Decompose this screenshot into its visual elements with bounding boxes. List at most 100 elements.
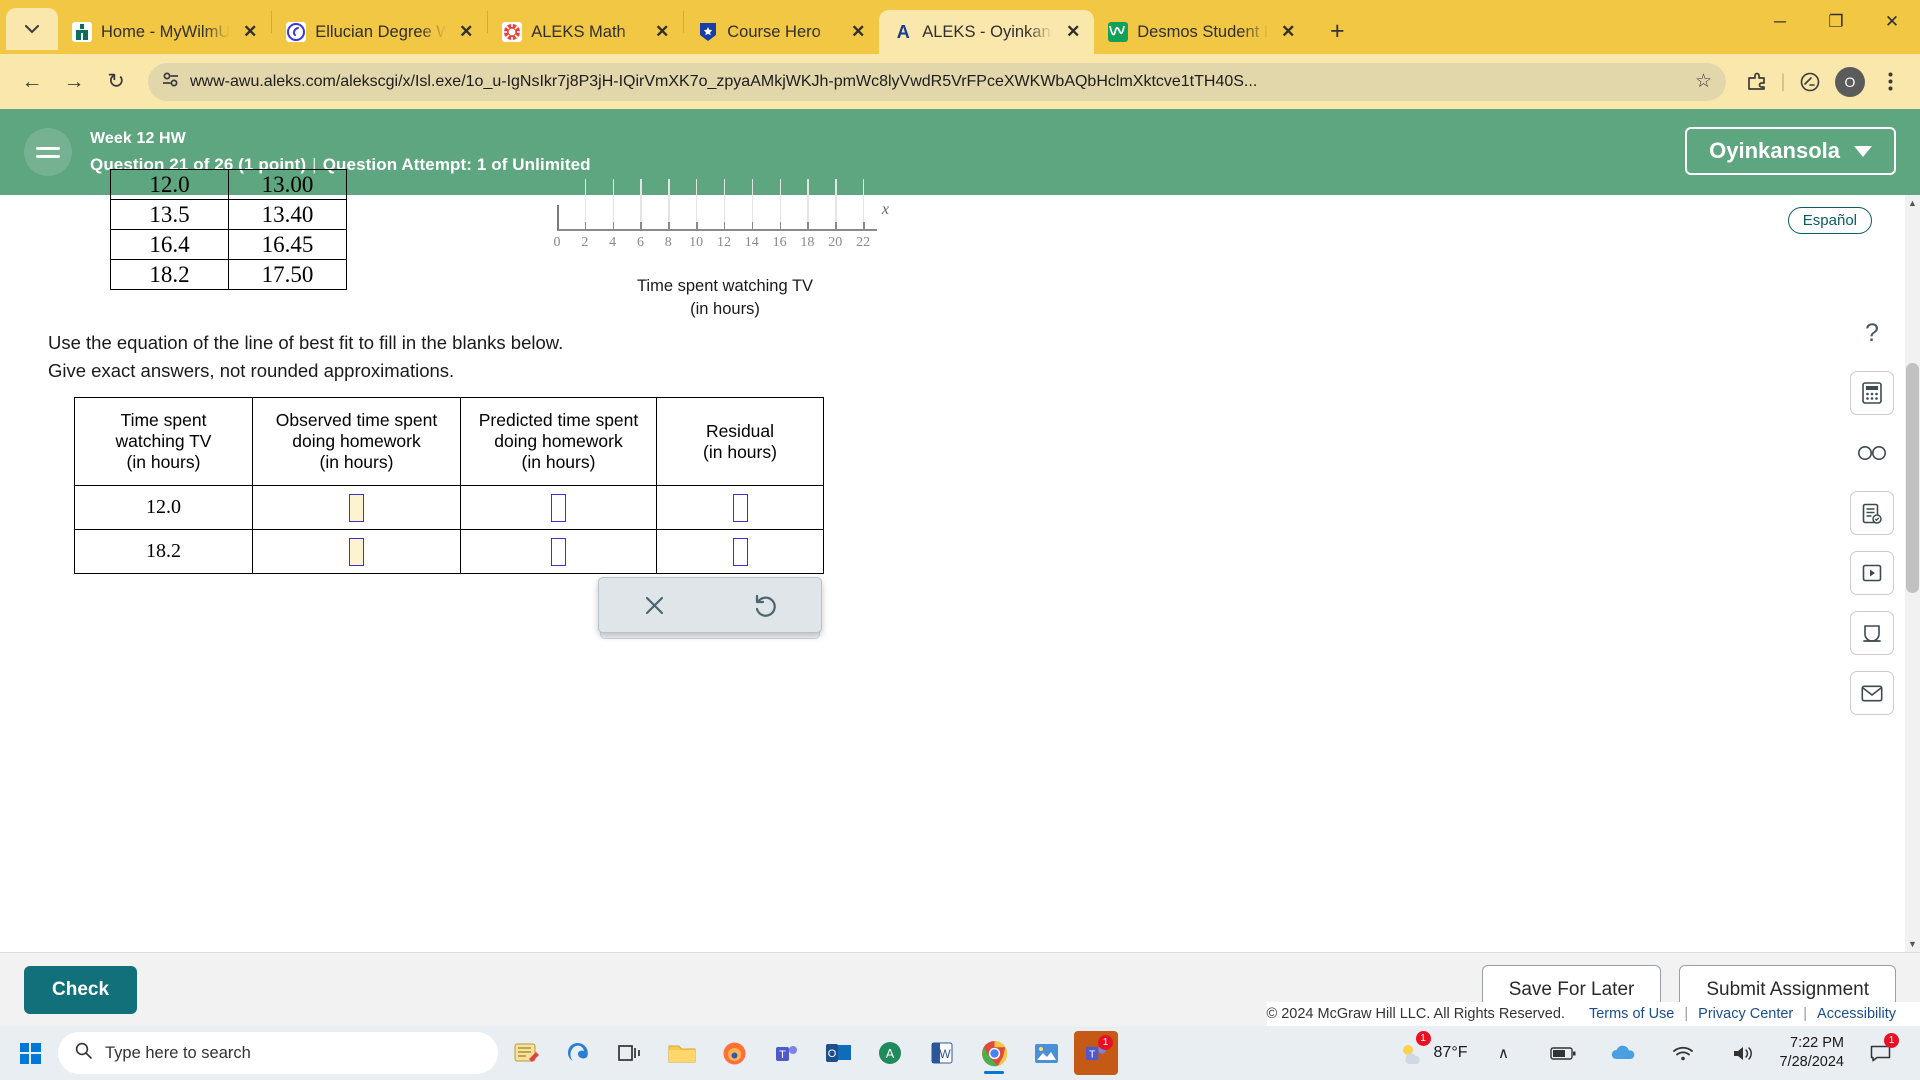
accessibility-link[interactable]: Accessibility	[1817, 1006, 1896, 1022]
back-button[interactable]: ←	[12, 62, 52, 102]
axis-tick	[584, 222, 587, 230]
scrollbar-thumb[interactable]	[1906, 363, 1919, 593]
browser-tab-home-mywilmu[interactable]: Home - MyWilmU ✕	[58, 10, 271, 54]
help-icon[interactable]: ?	[1850, 311, 1894, 355]
sticky-notes-icon[interactable]	[502, 1029, 550, 1077]
action-center-icon[interactable]: 1	[1856, 1029, 1904, 1077]
column-header-tv: Time spent watching TV (in hours)	[74, 397, 253, 486]
question-prompt: Use the equation of the line of best fit…	[48, 329, 563, 385]
start-button[interactable]	[6, 1029, 54, 1077]
predicted-input-row2[interactable]	[551, 537, 566, 566]
undo-button[interactable]	[738, 585, 794, 625]
cell-predicted-row1[interactable]	[460, 485, 657, 530]
show-hidden-icons-button[interactable]: ∧	[1479, 1029, 1527, 1077]
edge-icon[interactable]	[554, 1029, 602, 1077]
cell-observed-row2[interactable]	[252, 529, 461, 574]
search-icon	[75, 1042, 92, 1064]
browser-tab-aleks-math[interactable]: ALEKS Math ✕	[488, 10, 683, 54]
menu-icon[interactable]	[24, 128, 72, 176]
prompt-line-1: Use the equation of the line of best fit…	[48, 332, 564, 353]
maximize-button[interactable]: ❐	[1808, 0, 1864, 44]
teams-icon[interactable]: T	[762, 1029, 810, 1077]
taskbar-clock[interactable]: 7:22 PM 7/28/2024	[1779, 1034, 1844, 1072]
scroll-up-arrow[interactable]: ▲	[1905, 195, 1920, 211]
privacy-center-link[interactable]: Privacy Center	[1698, 1006, 1793, 1022]
cell-observed-row1[interactable]	[252, 485, 461, 530]
tab-title: Desmos Student D	[1137, 22, 1269, 41]
language-toggle-button[interactable]: Español	[1787, 207, 1872, 234]
close-icon[interactable]: ✕	[455, 21, 477, 43]
minimize-button[interactable]: ─	[1752, 0, 1808, 44]
calculator-icon[interactable]	[1850, 371, 1894, 415]
cell-residual-row1[interactable]	[656, 485, 824, 530]
cell-predicted-row2[interactable]	[460, 529, 657, 574]
site-settings-icon[interactable]	[162, 71, 179, 93]
x-axis: x 0 2 4 6 8 10 12 14 16 18 20 22	[545, 179, 905, 250]
address-bar[interactable]: www-awu.aleks.com/alekscgi/x/Isl.exe/1o_…	[148, 62, 1726, 101]
battery-icon[interactable]	[1539, 1029, 1587, 1077]
forward-button[interactable]: →	[54, 62, 94, 102]
bookmark-star-icon[interactable]: ☆	[1695, 70, 1712, 93]
browser-tab-course-hero[interactable]: Course Hero ✕	[684, 10, 879, 54]
file-explorer-icon[interactable]	[658, 1029, 706, 1077]
profile-avatar[interactable]: O	[1832, 64, 1868, 100]
close-window-button[interactable]: ✕	[1864, 0, 1920, 44]
clock-date: 7/28/2024	[1779, 1054, 1844, 1070]
axis-tick-label: 8	[664, 235, 672, 250]
task-view-icon[interactable]	[606, 1029, 654, 1077]
firefox-icon[interactable]	[710, 1029, 758, 1077]
browser-tab-ellucian-degree-works[interactable]: Ellucian Degree W ✕	[272, 10, 487, 54]
mail-icon[interactable]	[1850, 671, 1894, 715]
onedrive-icon[interactable]	[1599, 1029, 1647, 1077]
check-button[interactable]: Check	[24, 965, 138, 1014]
user-menu-button[interactable]: Oyinkansola	[1685, 127, 1896, 175]
page-scrollbar[interactable]: ▲ ▼	[1905, 195, 1920, 952]
wifi-icon[interactable]	[1659, 1029, 1707, 1077]
url-text: www-awu.aleks.com/alekscgi/x/Isl.exe/1o_…	[190, 72, 1258, 90]
browser-tab-desmos-student[interactable]: Desmos Student D ✕	[1094, 10, 1309, 54]
chrome-icon[interactable]	[970, 1029, 1018, 1077]
observed-input-row2[interactable]	[349, 537, 364, 566]
outlook-icon[interactable]: O	[814, 1029, 862, 1077]
weather-widget[interactable]: 1 87°F	[1400, 1029, 1467, 1077]
predicted-input-row1[interactable]	[551, 493, 566, 522]
tab-search-button[interactable]	[6, 8, 58, 50]
close-icon[interactable]: ✕	[1277, 21, 1299, 43]
teams-2-icon[interactable]: T 1	[1074, 1031, 1118, 1075]
video-icon[interactable]	[1850, 551, 1894, 595]
glasses-icon[interactable]	[1850, 431, 1894, 475]
new-tab-button[interactable]: +	[1319, 13, 1355, 49]
residual-input-row1[interactable]	[732, 493, 748, 522]
cell-hw: 13.40	[228, 199, 347, 230]
chrome-menu-icon[interactable]	[1872, 64, 1908, 100]
close-icon[interactable]: ✕	[239, 21, 261, 43]
tab-title: Ellucian Degree W	[315, 22, 447, 41]
notes-icon[interactable]	[1850, 491, 1894, 535]
cell-hw: 17.50	[228, 259, 347, 290]
header-line: watching TV	[115, 431, 212, 451]
ancestry-icon[interactable]: A	[866, 1029, 914, 1077]
browser-tab-aleks-oyinkansola[interactable]: A ALEKS - Oyinkanso ✕	[879, 10, 1095, 54]
taskbar-search-input[interactable]: Type here to search	[58, 1032, 498, 1074]
table-row: 18.2 17.50	[110, 259, 347, 290]
close-icon[interactable]: ✕	[847, 21, 869, 43]
observed-input-row1[interactable]	[349, 493, 364, 522]
residual-input-row2[interactable]	[732, 537, 748, 566]
volume-icon[interactable]	[1719, 1029, 1767, 1077]
profile-sync-icon[interactable]	[1792, 64, 1828, 100]
keyboard-icon[interactable]	[1850, 611, 1894, 655]
browser-toolbar: ← → ↻ www-awu.aleks.com/alekscgi/x/Isl.e…	[0, 54, 1920, 109]
clear-button[interactable]	[627, 585, 683, 625]
close-icon[interactable]: ✕	[1062, 21, 1084, 43]
scroll-down-arrow[interactable]: ▼	[1905, 936, 1920, 952]
extensions-icon[interactable]	[1738, 64, 1774, 100]
close-icon[interactable]: ✕	[651, 21, 673, 43]
photos-icon[interactable]	[1022, 1029, 1070, 1077]
column-header-predicted: Predicted time spent doing homework (in …	[460, 397, 657, 486]
header-line: Predicted time spent	[478, 410, 639, 430]
word-icon[interactable]: W	[918, 1029, 966, 1077]
reload-button[interactable]: ↻	[96, 62, 136, 102]
terms-of-use-link[interactable]: Terms of Use	[1589, 1006, 1674, 1022]
table-row: 18.2	[74, 529, 824, 574]
cell-residual-row2[interactable]	[656, 529, 824, 574]
